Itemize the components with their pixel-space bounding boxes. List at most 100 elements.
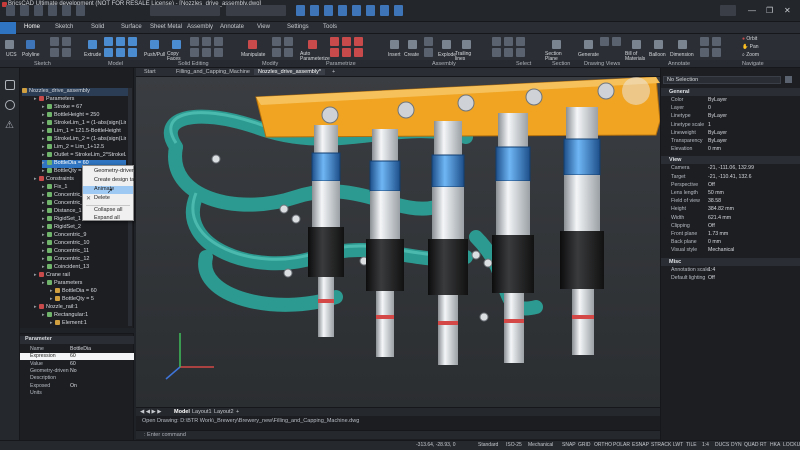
sketch-tool-icon-3[interactable] [50, 48, 59, 57]
view-icon-3[interactable] [324, 5, 333, 16]
trailing-lines-icon[interactable] [462, 40, 471, 49]
assembly-tool-icon-1[interactable] [424, 37, 433, 46]
sketch-tool-icon-2[interactable] [62, 37, 71, 46]
solid-tool-icon-4[interactable] [104, 48, 113, 57]
property-row[interactable]: Lens length 50 mm [661, 190, 800, 197]
modify-tool-icon-4[interactable] [284, 48, 293, 57]
property-value[interactable]: Off [708, 223, 715, 229]
property-section-header[interactable]: View [661, 156, 800, 165]
property-value[interactable]: -21, -111.06, 132.99 [708, 165, 754, 171]
property-value[interactable]: Mechanical [708, 247, 734, 253]
property-row[interactable]: Lineweight ByLayer [661, 130, 800, 137]
copy-faces-icon[interactable] [172, 40, 181, 49]
generate-icon[interactable] [584, 40, 593, 49]
search-icon[interactable] [720, 5, 736, 16]
param-tool-icon-2[interactable] [342, 37, 351, 46]
tree-item[interactable]: ▸ Crane rail [34, 272, 126, 280]
property-row[interactable]: Elevation 0 mm [661, 146, 800, 153]
command-input[interactable]: : Enter command [136, 430, 660, 439]
property-value[interactable]: Off [708, 182, 715, 188]
polyline-icon[interactable] [26, 40, 35, 49]
edit-tool-icon-6[interactable] [214, 48, 223, 57]
tab-view[interactable]: View [257, 24, 270, 30]
property-value[interactable]: 0 [708, 105, 711, 111]
tree-item[interactable]: ▸Outlet = StrokeLim_2*StrokeLim_1... [42, 152, 126, 160]
property-value[interactable]: 38.58 [708, 198, 721, 204]
modify-tool-icon-2[interactable] [284, 37, 293, 46]
tab-tools[interactable]: Tools [323, 24, 337, 30]
tree-item[interactable]: ▸ BottleQty = 5 [50, 296, 126, 304]
tree-item[interactable]: ▸ BottleHeight = 250 [42, 112, 126, 120]
menu-expand-all[interactable]: Expand all [83, 215, 133, 223]
param-tool-icon-5[interactable] [342, 48, 351, 57]
view-icon-1[interactable] [296, 5, 305, 16]
select-objects-icon[interactable] [785, 76, 792, 83]
status-toggle[interactable]: 1:4 [702, 442, 709, 448]
status-toggle[interactable]: ISO-25 [506, 442, 522, 448]
parameter-row[interactable]: Exposed On [20, 383, 134, 390]
balloon-icon[interactable] [654, 40, 663, 49]
tree-item[interactable]: ▸ Lim_1 = 121.5-BottleHeight [42, 128, 126, 136]
group-section[interactable]: Section [552, 61, 570, 67]
solid-tool-icon-2[interactable] [116, 37, 125, 46]
layout-tab-model[interactable]: Model [174, 409, 190, 415]
extrude-icon[interactable] [88, 40, 97, 49]
view-icon-5[interactable] [352, 5, 361, 16]
property-row[interactable]: Visual style Mechanical [661, 247, 800, 254]
tree-item[interactable]: ▸ Nozzle_rail:1 [34, 304, 126, 312]
new-file-icon[interactable] [6, 5, 15, 16]
section-plane-icon[interactable] [552, 40, 561, 49]
status-toggle[interactable]: DYN [731, 442, 742, 448]
tree-item[interactable]: ▸ Stroke = 67 [42, 104, 126, 112]
property-row[interactable]: Perspective Off [661, 182, 800, 189]
parameter-row[interactable]: Name BottleDia [20, 346, 134, 353]
zoom-tool[interactable]: ⌕ Zoom [742, 52, 759, 58]
minimize-icon[interactable]: — [748, 6, 756, 15]
property-value[interactable]: 621.4 mm [708, 215, 731, 221]
doctab-add[interactable]: + [332, 69, 335, 75]
group-parametrize[interactable]: Parametrize [326, 61, 356, 67]
param-tool-icon-4[interactable] [330, 48, 339, 57]
parameter-value[interactable]: 60 [70, 353, 76, 359]
undo-icon[interactable] [62, 5, 71, 16]
modify-tool-icon-1[interactable] [272, 37, 281, 46]
tree-item[interactable]: ▸ Concentric_10 [42, 240, 126, 248]
property-value[interactable]: 384.82 mm [708, 206, 734, 212]
status-toggle[interactable]: DUCS [715, 442, 729, 448]
group-drawing-views[interactable]: Drawing Views [584, 61, 620, 67]
annotate-tool-icon-1[interactable] [700, 37, 709, 46]
view-icon-8[interactable] [394, 5, 403, 16]
select-tool-icon-4[interactable] [492, 48, 501, 57]
tab-sketch[interactable]: Sketch [55, 24, 73, 30]
status-toggle[interactable]: STRACK [651, 442, 671, 448]
view-icon-6[interactable] [366, 5, 375, 16]
doctab-start[interactable]: Start [144, 69, 156, 75]
tree-root[interactable]: Nozzles_drive_assembly [22, 88, 128, 96]
property-value[interactable]: 1:4 [708, 267, 715, 273]
status-toggle[interactable]: TILE [686, 442, 697, 448]
property-value[interactable]: 50 mm [708, 190, 724, 196]
solid-tool-icon-3[interactable] [128, 37, 137, 46]
select-tool-icon-2[interactable] [504, 37, 513, 46]
property-value[interactable]: Off [708, 275, 715, 281]
tree-item[interactable]: ▸ Lim_2 = Lim_1+12.5 [42, 144, 126, 152]
property-row[interactable]: Back plane 0 mm [661, 239, 800, 246]
property-value[interactable]: 0 mm [708, 146, 721, 152]
dimension-icon[interactable] [678, 40, 687, 49]
pan-tool[interactable]: ✋ Pan [742, 44, 759, 50]
status-toggle[interactable]: LOCKUI [783, 442, 800, 448]
solid-tool-icon-1[interactable] [104, 37, 113, 46]
parameter-row[interactable]: Units [20, 390, 134, 397]
group-select[interactable]: Select [516, 61, 531, 67]
tree-item[interactable]: ▸ Element:1 [50, 320, 126, 328]
mechanical-browser-icon[interactable] [5, 80, 15, 90]
layout-tab-2[interactable]: Layout2 [214, 409, 234, 415]
parameter-row[interactable]: Value 60 [20, 361, 134, 368]
param-tool-icon-1[interactable] [330, 37, 339, 46]
insert-icon[interactable] [390, 40, 399, 49]
tree-item[interactable]: ▸ Concentric_11 [42, 248, 126, 256]
group-navigate[interactable]: Navigate [742, 61, 764, 67]
property-value[interactable]: ByLayer [708, 130, 727, 136]
menu-delete[interactable]: ✕ Delete [83, 195, 133, 203]
status-toggle[interactable]: QUAD [744, 442, 758, 448]
